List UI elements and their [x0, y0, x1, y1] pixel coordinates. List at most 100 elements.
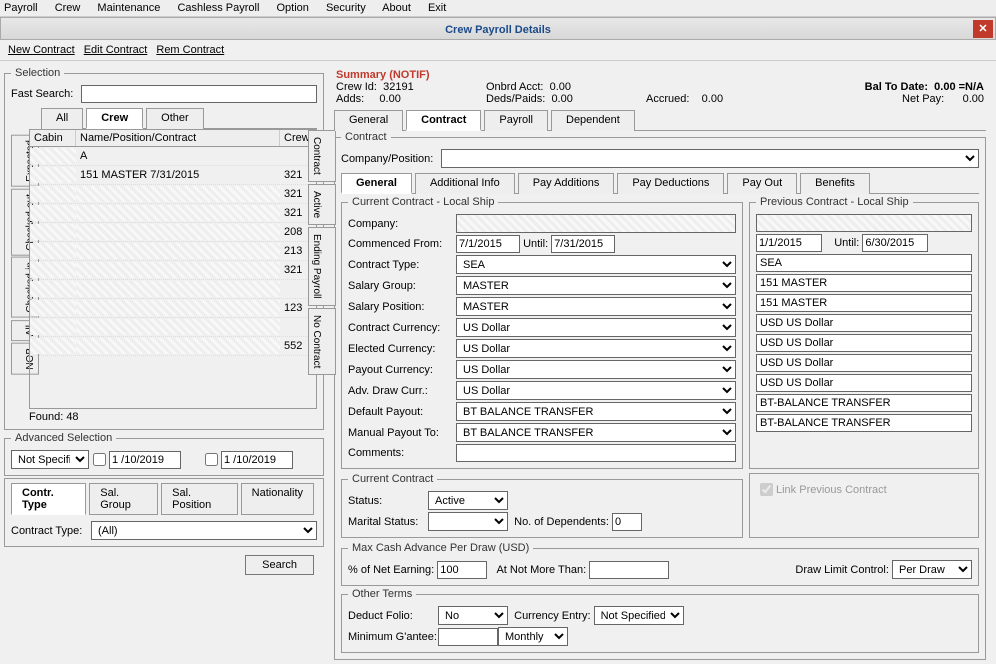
onbrd-lbl: Onbrd Acct:: [486, 81, 543, 93]
sgroup-select[interactable]: MASTER: [456, 276, 736, 295]
defpay-select[interactable]: BT BALANCE TRANSFER: [456, 402, 736, 421]
rtab-contract[interactable]: Contract: [308, 130, 336, 182]
advcur-select[interactable]: US Dollar: [456, 381, 736, 400]
menu-option[interactable]: Option: [276, 2, 308, 14]
rtab-nocontract[interactable]: No Contract: [308, 308, 336, 375]
mtab-payroll[interactable]: Payroll: [484, 110, 548, 131]
mtab-dependent[interactable]: Dependent: [551, 110, 635, 131]
adv-date2[interactable]: [221, 451, 293, 469]
stab-payded[interactable]: Pay Deductions: [617, 173, 724, 194]
other-terms-fs: Other Terms Deduct Folio: No Currency En…: [341, 588, 979, 653]
table-row[interactable]: xx213: [30, 242, 316, 261]
ccur-select[interactable]: US Dollar: [456, 318, 736, 337]
accrued-lbl: Accrued:: [646, 93, 689, 105]
drawlimit-select[interactable]: Per Draw: [892, 560, 972, 579]
table-row[interactable]: x151 MASTER 7/31/2015321: [30, 166, 316, 185]
filter-panel: Contr. Type Sal. Group Sal. Position Nat…: [4, 478, 324, 547]
table-row[interactable]: xx123: [30, 299, 316, 318]
link-check: [760, 483, 773, 496]
until-lbl: Until:: [523, 238, 548, 250]
stab-payout[interactable]: Pay Out: [727, 173, 797, 194]
new-contract-link[interactable]: NNew Contractew Contract: [8, 44, 75, 56]
menu-security[interactable]: Security: [326, 2, 366, 14]
crew-table[interactable]: Cabin Name/Position/Contract Crew xAx151…: [29, 129, 317, 409]
menu-cashless[interactable]: Cashless Payroll: [177, 2, 259, 14]
ccur-lbl: Contract Currency:: [348, 322, 456, 334]
comp-pos-label: Company/Position:: [341, 153, 441, 165]
selection-legend: Selection: [11, 67, 64, 79]
ftab-salgroup[interactable]: Sal. Group: [89, 483, 158, 515]
dependents-input[interactable]: [612, 513, 642, 531]
marital-select[interactable]: [428, 512, 508, 531]
table-row[interactable]: xx321: [30, 185, 316, 204]
current-contract-fs: Current Contract - Local Ship Company: C…: [341, 196, 743, 469]
table-row[interactable]: xx321: [30, 261, 316, 280]
comp-pos-select[interactable]: [441, 149, 979, 168]
menu-crew[interactable]: Crew: [55, 2, 81, 14]
curentry-select[interactable]: Not Specified: [594, 606, 684, 625]
ctype-select[interactable]: SEA: [456, 255, 736, 274]
comments-input[interactable]: [456, 444, 736, 462]
tab-other[interactable]: Other: [146, 108, 204, 129]
summary-title: Summary (NOTIF): [336, 69, 984, 81]
mtab-contract[interactable]: Contract: [406, 110, 481, 131]
ftab-contr[interactable]: Contr. Type: [11, 483, 86, 515]
until-date[interactable]: [551, 235, 615, 253]
bal-val: 0.00 =N/A: [934, 81, 984, 93]
netpay-val: 0.00: [963, 93, 984, 105]
menu-payroll[interactable]: Payroll: [4, 2, 38, 14]
fast-search-input[interactable]: [81, 85, 317, 103]
advcur-lbl: Adv. Draw Curr.:: [348, 385, 456, 397]
mtab-general[interactable]: General: [334, 110, 403, 131]
ftab-salpos[interactable]: Sal. Position: [161, 483, 238, 515]
deduct-lbl: Deduct Folio:: [348, 610, 438, 622]
mingtee-input[interactable]: [438, 628, 498, 646]
stab-payadd[interactable]: Pay Additions: [518, 173, 615, 194]
rtab-ending[interactable]: Ending Payroll: [308, 227, 336, 305]
table-row[interactable]: xx208: [30, 223, 316, 242]
prev-until[interactable]: [862, 234, 928, 252]
drawlimit-lbl: Draw Limit Control:: [795, 564, 889, 576]
table-row[interactable]: xx321: [30, 204, 316, 223]
search-button[interactable]: Search: [245, 555, 314, 575]
spos-select[interactable]: MASTER: [456, 297, 736, 316]
crewid-lbl: Crew Id:: [336, 81, 377, 93]
ecur-select[interactable]: US Dollar: [456, 339, 736, 358]
col-cabin[interactable]: Cabin: [30, 130, 76, 146]
col-name[interactable]: Name/Position/Contract: [76, 130, 280, 146]
mingtee-select[interactable]: Monthly: [498, 627, 568, 646]
from-date[interactable]: [456, 235, 520, 253]
menu-about[interactable]: About: [382, 2, 411, 14]
table-row[interactable]: xx552: [30, 337, 316, 356]
pct-input[interactable]: [437, 561, 487, 579]
close-icon[interactable]: ✕: [973, 20, 993, 38]
stab-addinfo[interactable]: Additional Info: [415, 173, 515, 194]
manpay-select[interactable]: BT BALANCE TRANSFER: [456, 423, 736, 442]
rem-contract-link[interactable]: Rem Contract: [156, 44, 224, 56]
contract-type-select[interactable]: (All): [91, 521, 317, 540]
ftab-nat[interactable]: Nationality: [241, 483, 314, 515]
stab-benefits[interactable]: Benefits: [800, 173, 870, 194]
adv-check2[interactable]: [205, 453, 218, 466]
dependents-lbl: No. of Dependents:: [514, 516, 609, 528]
rtab-active[interactable]: Active: [308, 184, 336, 225]
table-row[interactable]: xx: [30, 318, 316, 337]
adv-spec-select[interactable]: Not Specified: [11, 450, 89, 469]
adv-date1[interactable]: [109, 451, 181, 469]
table-row[interactable]: xx: [30, 280, 316, 299]
menu-maintenance[interactable]: Maintenance: [97, 2, 160, 14]
prev-from[interactable]: [756, 234, 822, 252]
edit-contract-link[interactable]: Edit Contract: [84, 44, 148, 56]
link-fs: Link Previous Contract: [749, 473, 979, 538]
tab-all[interactable]: All: [41, 108, 83, 129]
atnot-input[interactable]: [589, 561, 669, 579]
adv-check1[interactable]: [93, 453, 106, 466]
company-select[interactable]: [456, 214, 736, 233]
deduct-select[interactable]: No: [438, 606, 508, 625]
table-row[interactable]: xA: [30, 147, 316, 166]
tab-crew[interactable]: Crew: [86, 108, 143, 129]
pcur-select[interactable]: US Dollar: [456, 360, 736, 379]
stab-general[interactable]: General: [341, 173, 412, 194]
status-select[interactable]: Active: [428, 491, 508, 510]
menu-exit[interactable]: Exit: [428, 2, 446, 14]
